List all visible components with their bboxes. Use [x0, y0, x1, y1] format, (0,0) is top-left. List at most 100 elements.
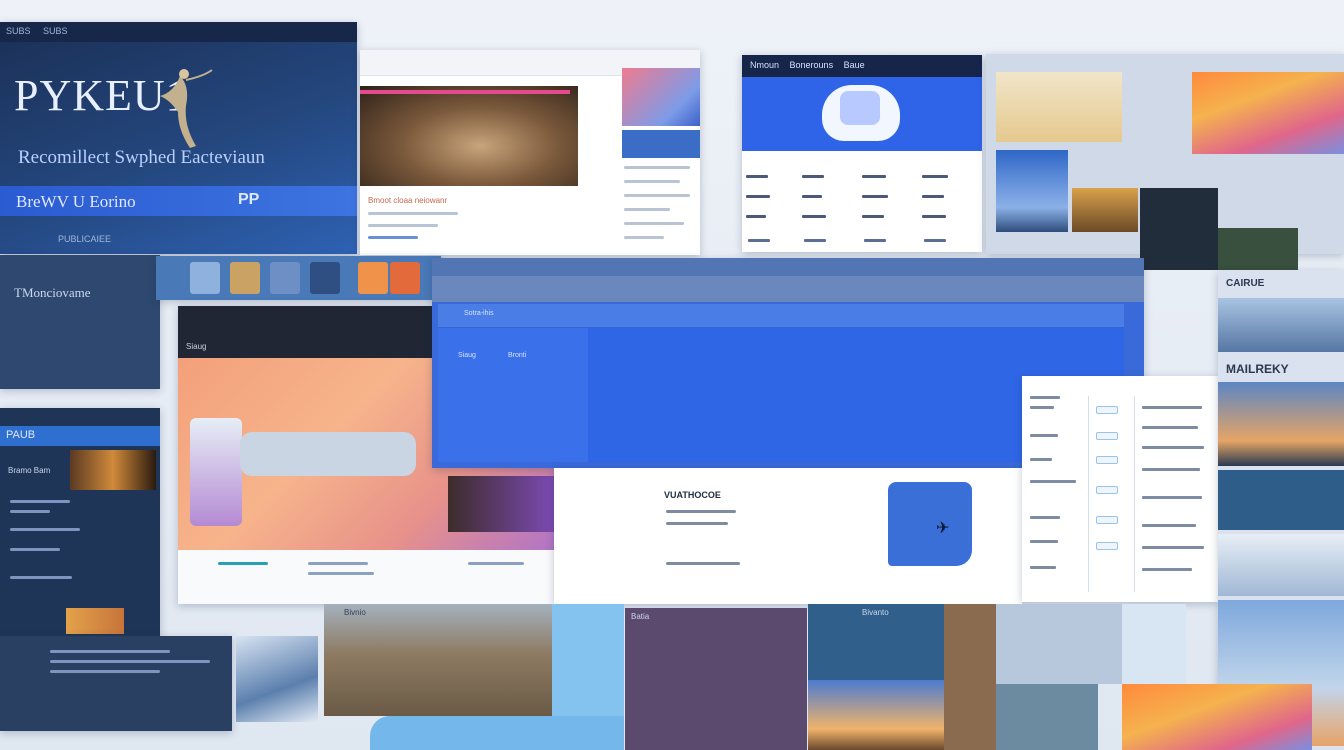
mid-left-line — [10, 576, 72, 579]
side-left-panel: TMonciovame — [0, 255, 160, 389]
grid-cell — [924, 239, 946, 242]
form-line — [1030, 480, 1076, 483]
strip-thumb[interactable] — [358, 262, 388, 294]
caption-line — [368, 224, 438, 227]
footer-line — [218, 562, 268, 565]
hero-cta-bar[interactable]: BreWV U Eorino PP — [0, 186, 357, 216]
form-line — [1142, 426, 1198, 429]
landing-line — [666, 522, 728, 525]
footer-line — [468, 562, 524, 565]
video-progress-bar[interactable] — [360, 90, 570, 94]
app-sidebar-label[interactable]: Bronti — [508, 352, 526, 359]
strip-thumb[interactable] — [310, 262, 340, 294]
grid-cell — [748, 239, 770, 242]
app-titlebar — [432, 258, 1144, 276]
strip-thumb[interactable] — [230, 262, 260, 294]
teal-thumbnail-2[interactable] — [996, 684, 1098, 750]
right-col-label-2: MAILREKY — [1226, 362, 1289, 376]
landscape-thumbnail[interactable] — [1072, 188, 1138, 232]
brown-thumbnail[interactable] — [944, 604, 996, 750]
portrait-caption: Bivnio — [344, 608, 366, 617]
grid-cell — [746, 215, 766, 218]
sunset-landscape-thumbnail[interactable] — [808, 680, 944, 750]
dark-thumbnail[interactable] — [1140, 188, 1218, 270]
form-line — [1142, 568, 1192, 571]
bottom-left-line — [50, 670, 160, 673]
nav-item[interactable]: Bonerouns — [790, 60, 834, 70]
form-field[interactable] — [1096, 516, 1118, 524]
product-card[interactable] — [190, 418, 242, 526]
mid-left-line — [10, 528, 80, 531]
sidebar-line — [624, 208, 670, 211]
mid-left-item[interactable]: Bramo Bam — [8, 466, 50, 475]
sea-thumbnail[interactable] — [996, 150, 1068, 232]
strip-thumb[interactable] — [190, 262, 220, 294]
form-line — [1030, 458, 1052, 461]
app-sidebar-label[interactable]: Siaug — [458, 352, 476, 359]
desk-thumbnail[interactable] — [996, 72, 1122, 142]
grid-cell — [746, 175, 768, 178]
mid-left-line — [10, 548, 60, 551]
object-thumbnail[interactable] — [996, 604, 1122, 684]
grid-cell — [922, 195, 944, 198]
video-player[interactable] — [360, 86, 578, 186]
hero-banner[interactable]: SUBS SUBS PYKEU1 Recomillect Swphed Eact… — [0, 22, 357, 254]
portrait-thumbnail[interactable]: Bivnio — [324, 604, 552, 716]
sunset-thumbnail-2[interactable] — [1122, 684, 1312, 750]
phone-thumbnail[interactable] — [1218, 228, 1298, 274]
form-line — [1030, 406, 1054, 409]
teal-caption: Bivanto — [862, 608, 889, 617]
right-thumbnail[interactable] — [1218, 534, 1344, 596]
right-thumbnail[interactable] — [1218, 298, 1344, 352]
water-shape — [370, 716, 624, 750]
hero-footer: PUBLICAIEE — [58, 234, 112, 244]
form-field[interactable] — [1096, 456, 1118, 464]
grid-cell — [864, 239, 886, 242]
form-field[interactable] — [1096, 406, 1118, 414]
form-line — [1142, 524, 1196, 527]
right-thumbnail[interactable] — [1218, 382, 1344, 466]
bottom-left-line — [50, 650, 170, 653]
nav-item[interactable]: Nmoun — [750, 60, 779, 70]
form-field[interactable] — [1096, 542, 1118, 550]
mid-left-panel: PAUB Bramo Bam — [0, 408, 160, 638]
form-field[interactable] — [1096, 432, 1118, 440]
mid-left-line — [10, 500, 70, 503]
dancer-figure-icon — [160, 69, 213, 148]
landing-line — [666, 510, 736, 513]
hero-cta-badge: PP — [238, 191, 260, 208]
purple-thumbnail[interactable]: Batia — [625, 608, 807, 750]
grid-cell — [802, 195, 822, 198]
form-line — [1030, 566, 1056, 569]
sidebar-line — [624, 236, 664, 239]
harbor-thumbnail[interactable] — [236, 636, 318, 722]
hero-top-right: SUBS — [43, 26, 68, 36]
strip-thumb[interactable] — [390, 262, 420, 294]
screenshot-collage: SUBS SUBS PYKEU1 Recomillect Swphed Eact… — [0, 0, 1344, 750]
form-field[interactable] — [1096, 486, 1118, 494]
mid-left-thumb — [66, 608, 124, 634]
form-divider — [1134, 396, 1135, 592]
grid-cell — [804, 239, 826, 242]
grid-cell — [862, 195, 888, 198]
app-window-blue[interactable]: Nmoun Bonerouns Baue — [742, 55, 982, 252]
nav-item[interactable]: Baue — [844, 60, 865, 70]
grid-cell — [802, 175, 824, 178]
right-col-label-1: CAIRUE — [1226, 278, 1265, 289]
site-header-text: Siaug — [186, 342, 207, 351]
teal-thumbnail[interactable]: Bivanto — [808, 604, 944, 680]
mid-left-line — [10, 510, 50, 513]
site-search-box[interactable] — [240, 432, 416, 476]
app-search-label[interactable]: Sotra-ihis — [464, 310, 494, 317]
site-media-block — [448, 476, 554, 532]
light-thumbnail[interactable] — [1122, 604, 1186, 684]
form-panel[interactable] — [1022, 376, 1218, 602]
form-line — [1030, 434, 1058, 437]
strip-thumb[interactable] — [270, 262, 300, 294]
side-thumbnail[interactable] — [622, 68, 700, 126]
right-thumbnail[interactable] — [1218, 470, 1344, 530]
mid-left-header[interactable]: PAUB — [0, 426, 160, 446]
grid-cell — [862, 215, 884, 218]
browser-window-video[interactable]: Bmoot cloaa neiowanr — [360, 50, 700, 255]
sunset-thumbnail[interactable] — [1192, 72, 1344, 154]
